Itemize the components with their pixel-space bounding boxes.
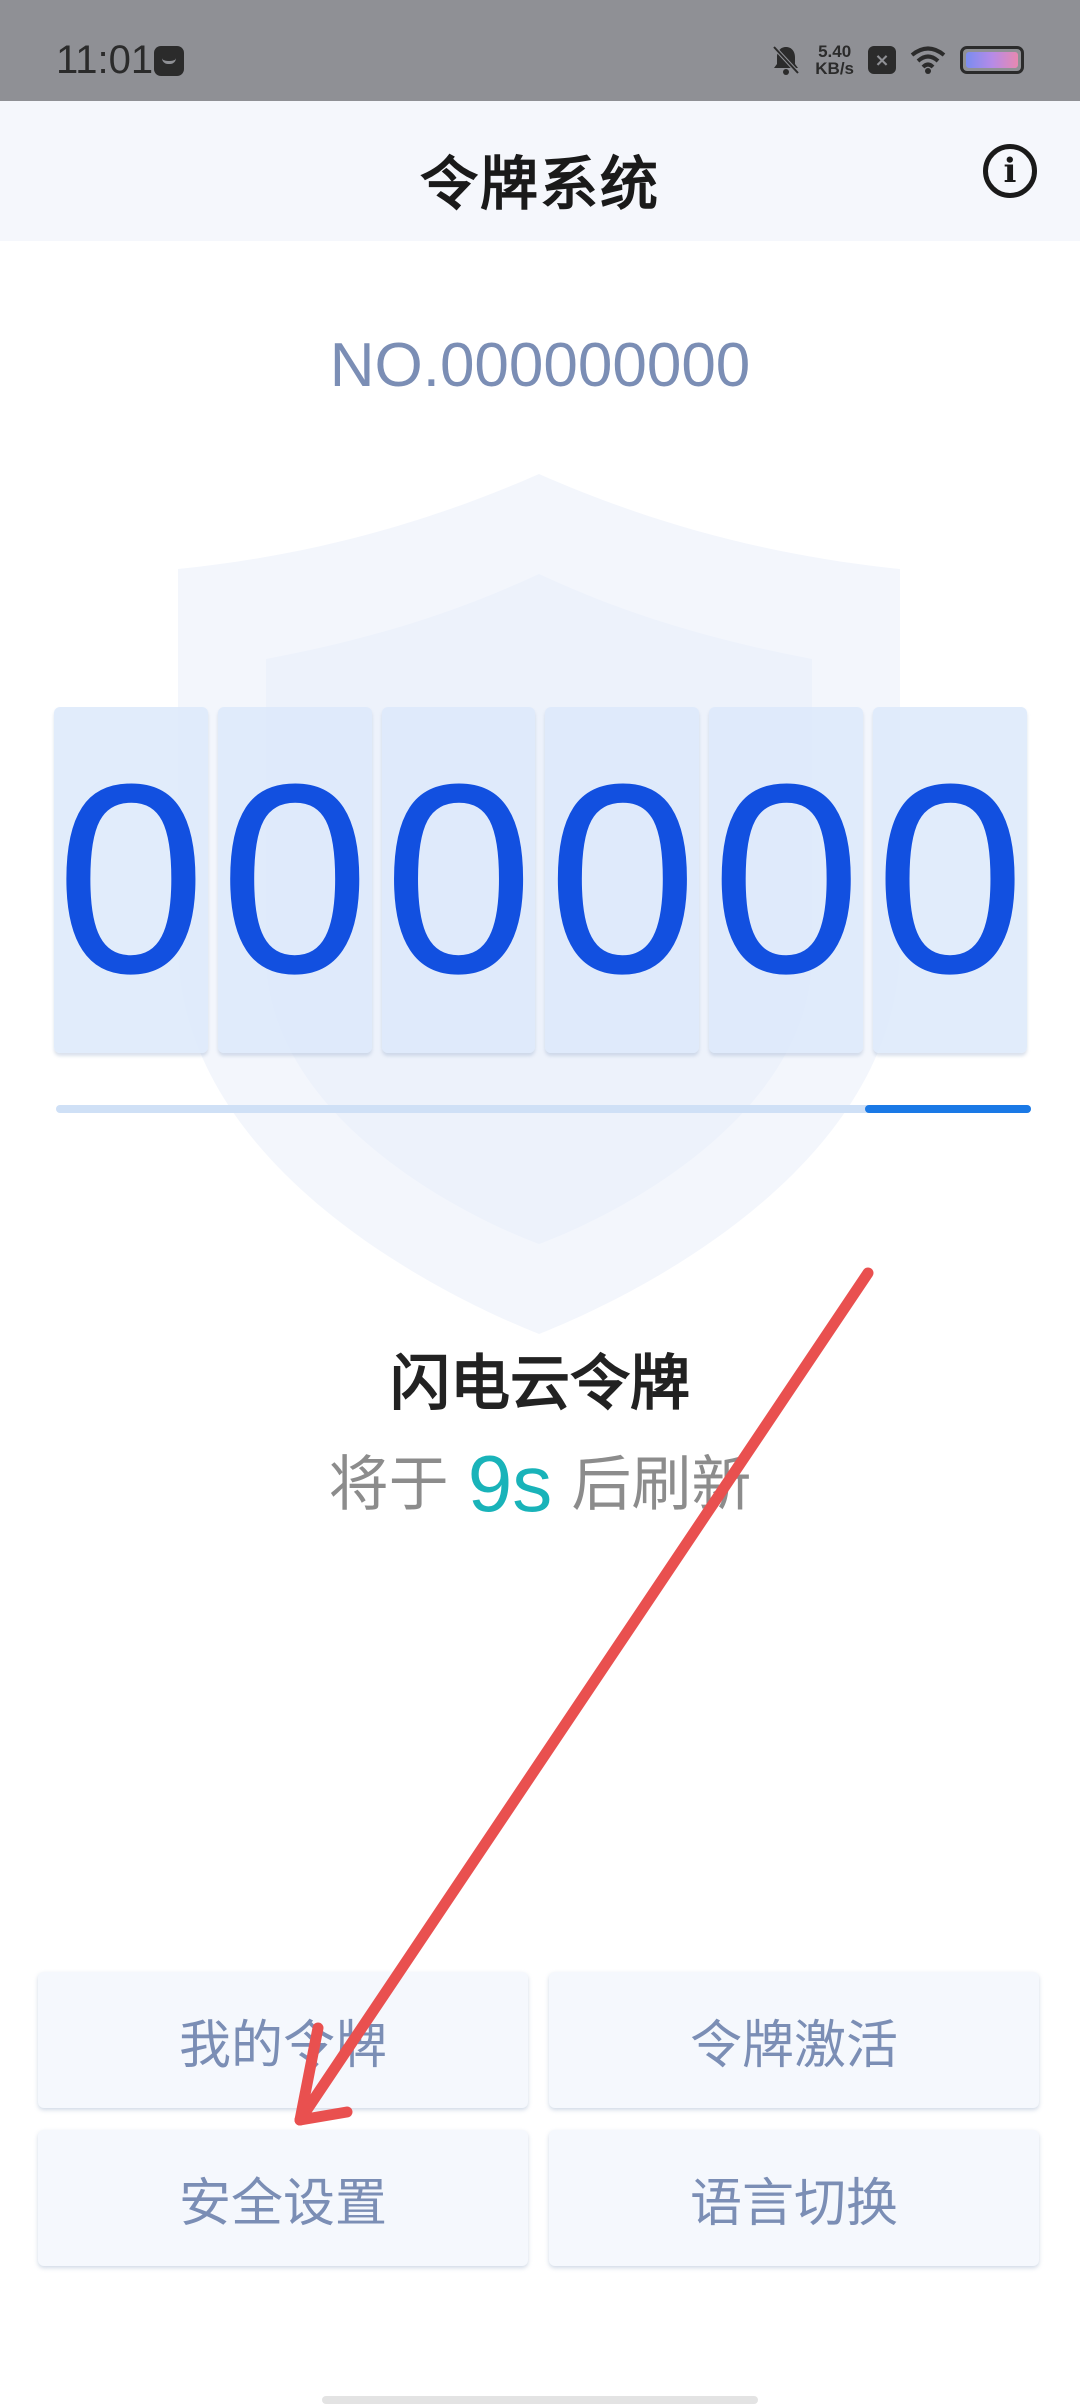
wifi-icon — [910, 46, 946, 74]
my-token-button[interactable]: 我的令牌 — [38, 1972, 528, 2108]
token-name: 闪电云令牌 — [390, 1349, 690, 1419]
token-digit: 0 — [381, 707, 536, 1053]
app-header: 令牌系统 — [0, 101, 1080, 241]
security-settings-button[interactable]: 安全设置 — [38, 2130, 528, 2266]
page-title: 令牌系统 — [419, 150, 660, 218]
x-box-icon: × — [868, 46, 896, 74]
token-digit: 0 — [54, 707, 208, 1053]
gesture-nav-handle[interactable] — [322, 2396, 758, 2404]
refresh-progress-bar — [56, 1105, 1031, 1113]
net-speed-unit: KB/s — [815, 59, 854, 78]
notification-app-icon — [154, 46, 184, 76]
battery-icon — [960, 46, 1024, 74]
token-code: 0 0 0 0 0 0 — [54, 707, 1027, 1053]
status-time: 11:01 — [56, 38, 154, 82]
token-digit: 0 — [873, 707, 1027, 1053]
status-bar: 11:01 5.40 KB/s × — [0, 0, 1080, 101]
refresh-progress-fill — [865, 1105, 1031, 1113]
info-icon[interactable]: i — [983, 144, 1037, 198]
refresh-suffix: 后刷新 — [571, 1450, 752, 1520]
token-digit: 0 — [217, 707, 372, 1053]
net-speed-value: 5.40 — [818, 42, 852, 61]
token-serial-number: NO.000000000 — [329, 331, 751, 400]
token-digit: 0 — [545, 707, 700, 1053]
language-switch-button[interactable]: 语言切换 — [549, 2130, 1039, 2266]
battery-level — [966, 52, 1018, 68]
token-digit: 0 — [709, 707, 864, 1053]
refresh-prefix: 将于 — [328, 1450, 449, 1520]
status-icons: 5.40 KB/s × — [771, 40, 1024, 80]
net-speed: 5.40 KB/s — [815, 43, 854, 77]
token-activate-button[interactable]: 令牌激活 — [549, 1972, 1039, 2108]
refresh-seconds: 9s — [467, 1439, 553, 1528]
refresh-countdown: 将于 9s 后刷新 — [0, 1436, 1080, 1530]
bell-muted-icon — [772, 45, 800, 75]
